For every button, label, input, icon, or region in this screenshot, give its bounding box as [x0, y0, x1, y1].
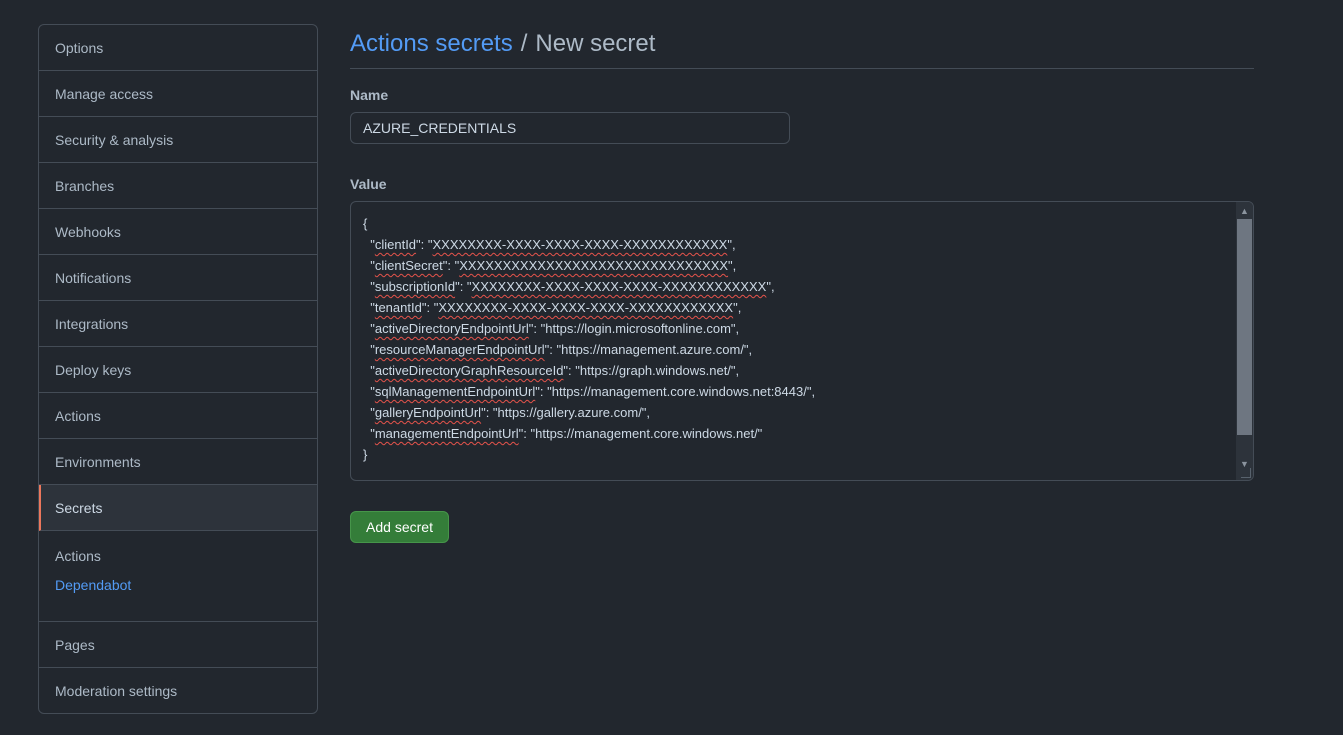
code-line: }	[363, 447, 368, 462]
sidebar-item-manage-access[interactable]: Manage access	[39, 71, 317, 117]
sidebar-item-actions[interactable]: Actions	[39, 393, 317, 439]
code-line: "managementEndpointUrl": "https://manage…	[363, 426, 763, 441]
code-line: "activeDirectoryGraphResourceId": "https…	[363, 363, 740, 378]
code-line: "clientId": "XXXXXXXX-XXXX-XXXX-XXXX-XXX…	[363, 237, 736, 252]
sidebar-item-deploy-keys[interactable]: Deploy keys	[39, 347, 317, 393]
sidebar-item-pages[interactable]: Pages	[39, 622, 317, 668]
secret-value-textarea[interactable]: { "clientId": "XXXXXXXX-XXXX-XXXX-XXXX-X…	[350, 201, 1254, 481]
page-title: Actions secrets / New secret	[350, 24, 1254, 69]
secret-name-input[interactable]	[350, 112, 790, 144]
resize-handle-icon[interactable]	[1241, 468, 1251, 478]
sidebar-item-webhooks[interactable]: Webhooks	[39, 209, 317, 255]
page-title-text: New secret	[535, 30, 656, 57]
sidebar-subitem-dependabot[interactable]: Dependabot	[55, 570, 317, 599]
secrets-subgroup: Actions Dependabot	[39, 531, 317, 622]
sidebar-item-options[interactable]: Options	[39, 25, 317, 71]
add-secret-button[interactable]: Add secret	[350, 511, 449, 543]
sidebar-item-security-analysis[interactable]: Security & analysis	[39, 117, 317, 163]
code-line: "resourceManagerEndpointUrl": "https://m…	[363, 342, 753, 357]
code-line: "activeDirectoryEndpointUrl": "https://l…	[363, 321, 740, 336]
code-line: "sqlManagementEndpointUrl": "https://man…	[363, 384, 816, 399]
sidebar-item-notifications[interactable]: Notifications	[39, 255, 317, 301]
textarea-scrollbar[interactable]: ▲ ▼	[1236, 202, 1253, 480]
scroll-up-icon[interactable]: ▲	[1236, 202, 1253, 219]
sidebar-item-environments[interactable]: Environments	[39, 439, 317, 485]
code-line: "clientSecret": "XXXXXXXXXXXXXXXXXXXXXXX…	[363, 258, 737, 273]
secret-value-text: { "clientId": "XXXXXXXX-XXXX-XXXX-XXXX-X…	[351, 202, 1253, 465]
code-line: {	[363, 216, 368, 231]
sidebar-subitem-actions[interactable]: Actions	[55, 541, 317, 570]
name-label: Name	[350, 87, 389, 103]
scrollbar-thumb[interactable]	[1237, 219, 1252, 435]
value-label: Value	[350, 176, 387, 192]
main-content: Actions secrets / New secret Name Value …	[350, 24, 1254, 543]
breadcrumb-separator: /	[520, 30, 528, 57]
code-line: "subscriptionId": "XXXXXXXX-XXXX-XXXX-XX…	[363, 279, 775, 294]
sidebar-item-integrations[interactable]: Integrations	[39, 301, 317, 347]
code-line: "tenantId": "XXXXXXXX-XXXX-XXXX-XXXX-XXX…	[363, 300, 742, 315]
breadcrumb-actions-secrets[interactable]: Actions secrets	[350, 30, 513, 58]
sidebar-item-branches[interactable]: Branches	[39, 163, 317, 209]
code-line: "galleryEndpointUrl": "https://gallery.a…	[363, 405, 651, 420]
sidebar-item-secrets[interactable]: Secrets	[39, 485, 317, 531]
settings-sidebar: Options Manage access Security & analysi…	[38, 24, 318, 714]
sidebar-item-moderation-settings[interactable]: Moderation settings	[39, 668, 317, 713]
